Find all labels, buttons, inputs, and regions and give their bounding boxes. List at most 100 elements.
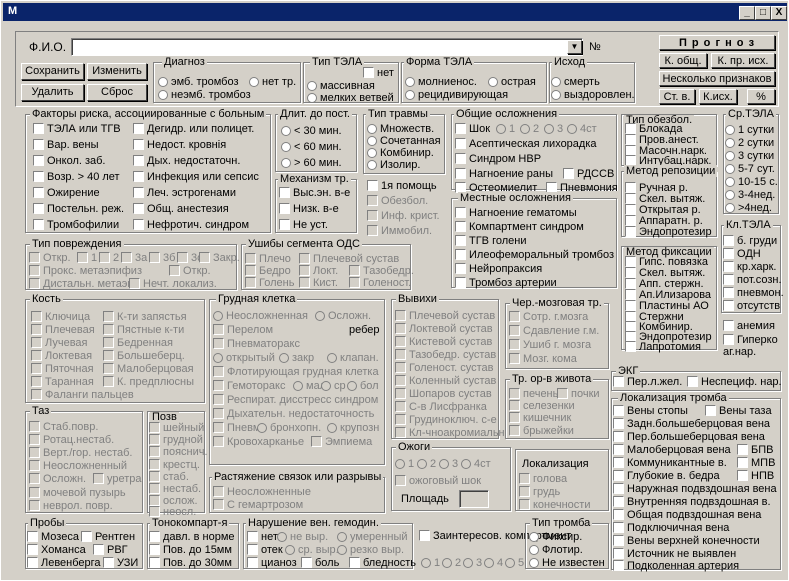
injury-grade-1[interactable]: 1 (77, 252, 97, 265)
sr-tela-item[interactable]: 5-7 сут. (725, 163, 775, 176)
kl-tela-item[interactable]: кр.харк. (723, 261, 776, 274)
diagnosis-nonemb[interactable]: неэмб. тромбоз (158, 89, 251, 102)
bone-item-2[interactable]: Большеберц. (103, 350, 185, 363)
local-compl-item[interactable]: Нагноение гематомы (455, 207, 577, 220)
thrombus-loc-item[interactable]: Подколенная артерия (613, 560, 739, 572)
shock-degree-3[interactable]: 3 (544, 123, 563, 136)
forecast-button[interactable]: П р о г н о з (659, 35, 775, 50)
rdss-checkbox[interactable]: РДССВ (563, 168, 614, 181)
kl-tela-item[interactable]: б. груди (723, 235, 777, 248)
kl-tela-item[interactable]: пот.созн. (723, 274, 782, 287)
risk-item[interactable]: Ожирение (33, 187, 100, 200)
tbi-item[interactable]: Ушиб г. мозга (509, 339, 591, 352)
first-aid-item[interactable]: Иммобил. (367, 225, 432, 238)
reset-button[interactable]: Сброс (87, 84, 147, 101)
risk-item-2[interactable]: Инфекция или сепсис (133, 171, 259, 184)
first-aid-item[interactable]: Обезбол. (367, 195, 428, 208)
injury-open-checkbox[interactable]: Откр. (29, 252, 71, 265)
tonometry-item[interactable]: Пов. до 15мм (149, 544, 232, 557)
tonometry-item[interactable]: Пов. до 30мм (149, 557, 232, 570)
venous-item[interactable]: не выр. (277, 531, 328, 544)
ekg-item[interactable]: Пер.л.жел. (613, 376, 682, 389)
risk-item-2[interactable]: Дых. недостаточн. (133, 155, 240, 168)
first-aid-item[interactable]: Инф. крист. (367, 210, 440, 223)
bone-item-2[interactable]: К. предплюсны (103, 376, 194, 389)
several-features-button[interactable]: Несколько признаков (659, 71, 775, 86)
venous-item[interactable]: цианоз (247, 557, 297, 570)
maximize-button[interactable]: □ (755, 6, 771, 20)
thrombus-loc-item[interactable]: НПВ (737, 470, 774, 483)
resp-failure[interactable]: Дыхательн. недостаточность (213, 408, 374, 421)
bone-item-2[interactable]: Малоберцовая (103, 363, 194, 376)
injury-grade-3a[interactable]: 3а (121, 252, 147, 265)
mechanism-item[interactable]: Низк. в-е (279, 203, 339, 216)
hemothorax[interactable]: Гемоторакс (213, 380, 285, 393)
trauma-type-item[interactable]: Изолир. (367, 159, 420, 172)
burn-degree-2[interactable]: 2 (417, 458, 436, 471)
injury-distal-checkbox[interactable]: Дистальн. метаэп. (29, 278, 136, 291)
fio-dropdown-button[interactable]: ▼ (567, 40, 582, 54)
hemo-large[interactable]: бол (347, 380, 379, 393)
anemia-checkbox[interactable]: анемия (723, 320, 775, 333)
dislocation-item[interactable]: Кл-чноакромиальн. (395, 427, 508, 440)
venous-item[interactable]: бледность (349, 557, 416, 570)
k-pr-ish-button[interactable]: К. пр. исх. (711, 53, 775, 68)
local-compl-item[interactable]: Компартмент синдром (455, 221, 584, 234)
pelvis-item[interactable]: Верт./гор. нестаб. (29, 447, 132, 460)
tbi-item[interactable]: Мозг. кома (509, 353, 577, 366)
dislocation-item[interactable]: Кистевой сустав (395, 336, 492, 349)
tela-form-acute[interactable]: острая (488, 76, 536, 89)
probe-item[interactable]: Хоманса (27, 544, 86, 557)
local-compl-item[interactable]: Нейропраксия (455, 263, 542, 276)
dislocation-item[interactable]: С-в Лисфранка (395, 401, 487, 414)
sr-tela-item[interactable]: >4нед. (725, 202, 772, 215)
local-compl-item[interactable]: Тромбоз артерии (455, 277, 557, 290)
burn-shock-checkbox[interactable]: ожоговый шок (395, 475, 481, 488)
thrombus-loc-item[interactable]: Общая подвздошная вена (613, 509, 761, 522)
thrombus-loc-item[interactable]: Вены верхней конечности (613, 535, 760, 548)
burn-degree-1[interactable]: 1 (395, 458, 414, 471)
compartment-item[interactable]: 4 (484, 557, 503, 570)
venous-item[interactable]: отек (247, 544, 283, 557)
hemo-medium[interactable]: ср (321, 380, 346, 393)
thrombus-loc-item[interactable]: Вены стопы (613, 405, 688, 418)
local-compl-item[interactable]: ТГВ голени (455, 235, 526, 248)
general-compl-item[interactable]: Асептическая лихорадка (455, 138, 597, 151)
duration-item[interactable]: < 60 мин. (281, 141, 342, 154)
pelvis-item[interactable]: Ротац.нестаб. (29, 434, 114, 447)
abdomen-item[interactable]: брыжейки (509, 425, 574, 438)
ods-item[interactable]: Кист. (299, 277, 338, 290)
shock-degree-2[interactable]: 2 (520, 123, 539, 136)
ods-item[interactable]: Голень (245, 277, 294, 290)
thrombus-loc-item[interactable]: Вены таза (705, 405, 772, 418)
sr-tela-item[interactable]: 1 сутки (725, 124, 774, 137)
pelvis-urethra[interactable]: уретра (93, 473, 142, 486)
spine-item[interactable]: неосл. (149, 506, 196, 518)
outcome-recovery[interactable]: выздоровлен. (551, 89, 635, 102)
sr-tela-item[interactable]: 3 сутки (725, 150, 774, 163)
pelvis-item[interactable]: Стаб.повр. (29, 421, 98, 434)
compartment-item[interactable]: 2 (442, 557, 461, 570)
k-ish-button[interactable]: К.исх. (699, 89, 737, 104)
tonometry-item[interactable]: давл. в норме (149, 531, 235, 544)
abdomen-item[interactable]: кишечник (509, 412, 571, 425)
shock-degree-4[interactable]: 4ст (567, 123, 597, 136)
outcome-death[interactable]: смерть (551, 76, 600, 89)
hemoptysis[interactable]: Кровохарканье (213, 436, 304, 449)
dislocation-item[interactable]: Голеност. сустав (395, 362, 494, 375)
bone-item[interactable]: Ключица (31, 311, 90, 324)
kl-tela-item[interactable]: ОДН (723, 248, 761, 261)
risk-item-2[interactable]: Дегидр. или полицет. (133, 123, 254, 136)
spine-item[interactable]: пояснич. (149, 446, 208, 459)
compartment-item[interactable]: 3 (463, 557, 482, 570)
risk-item[interactable]: Постельн. реж. (33, 203, 124, 216)
thrombus-loc-item[interactable]: Малоберцовая вена (613, 444, 731, 457)
injury-open2-checkbox[interactable]: Откр. (169, 265, 211, 278)
risk-item[interactable]: Тромбофилии (33, 219, 119, 232)
probe-item[interactable]: Рентген (81, 531, 135, 544)
venous-item[interactable]: боль (301, 557, 339, 570)
pneumothorax[interactable]: Пневматоракс (213, 338, 300, 351)
thrombus-type-item[interactable]: Флотир. (529, 544, 583, 557)
bone-item-2[interactable]: К-ти запястья (103, 311, 187, 324)
pelvis-item[interactable]: мочевой пузырь (29, 487, 126, 500)
